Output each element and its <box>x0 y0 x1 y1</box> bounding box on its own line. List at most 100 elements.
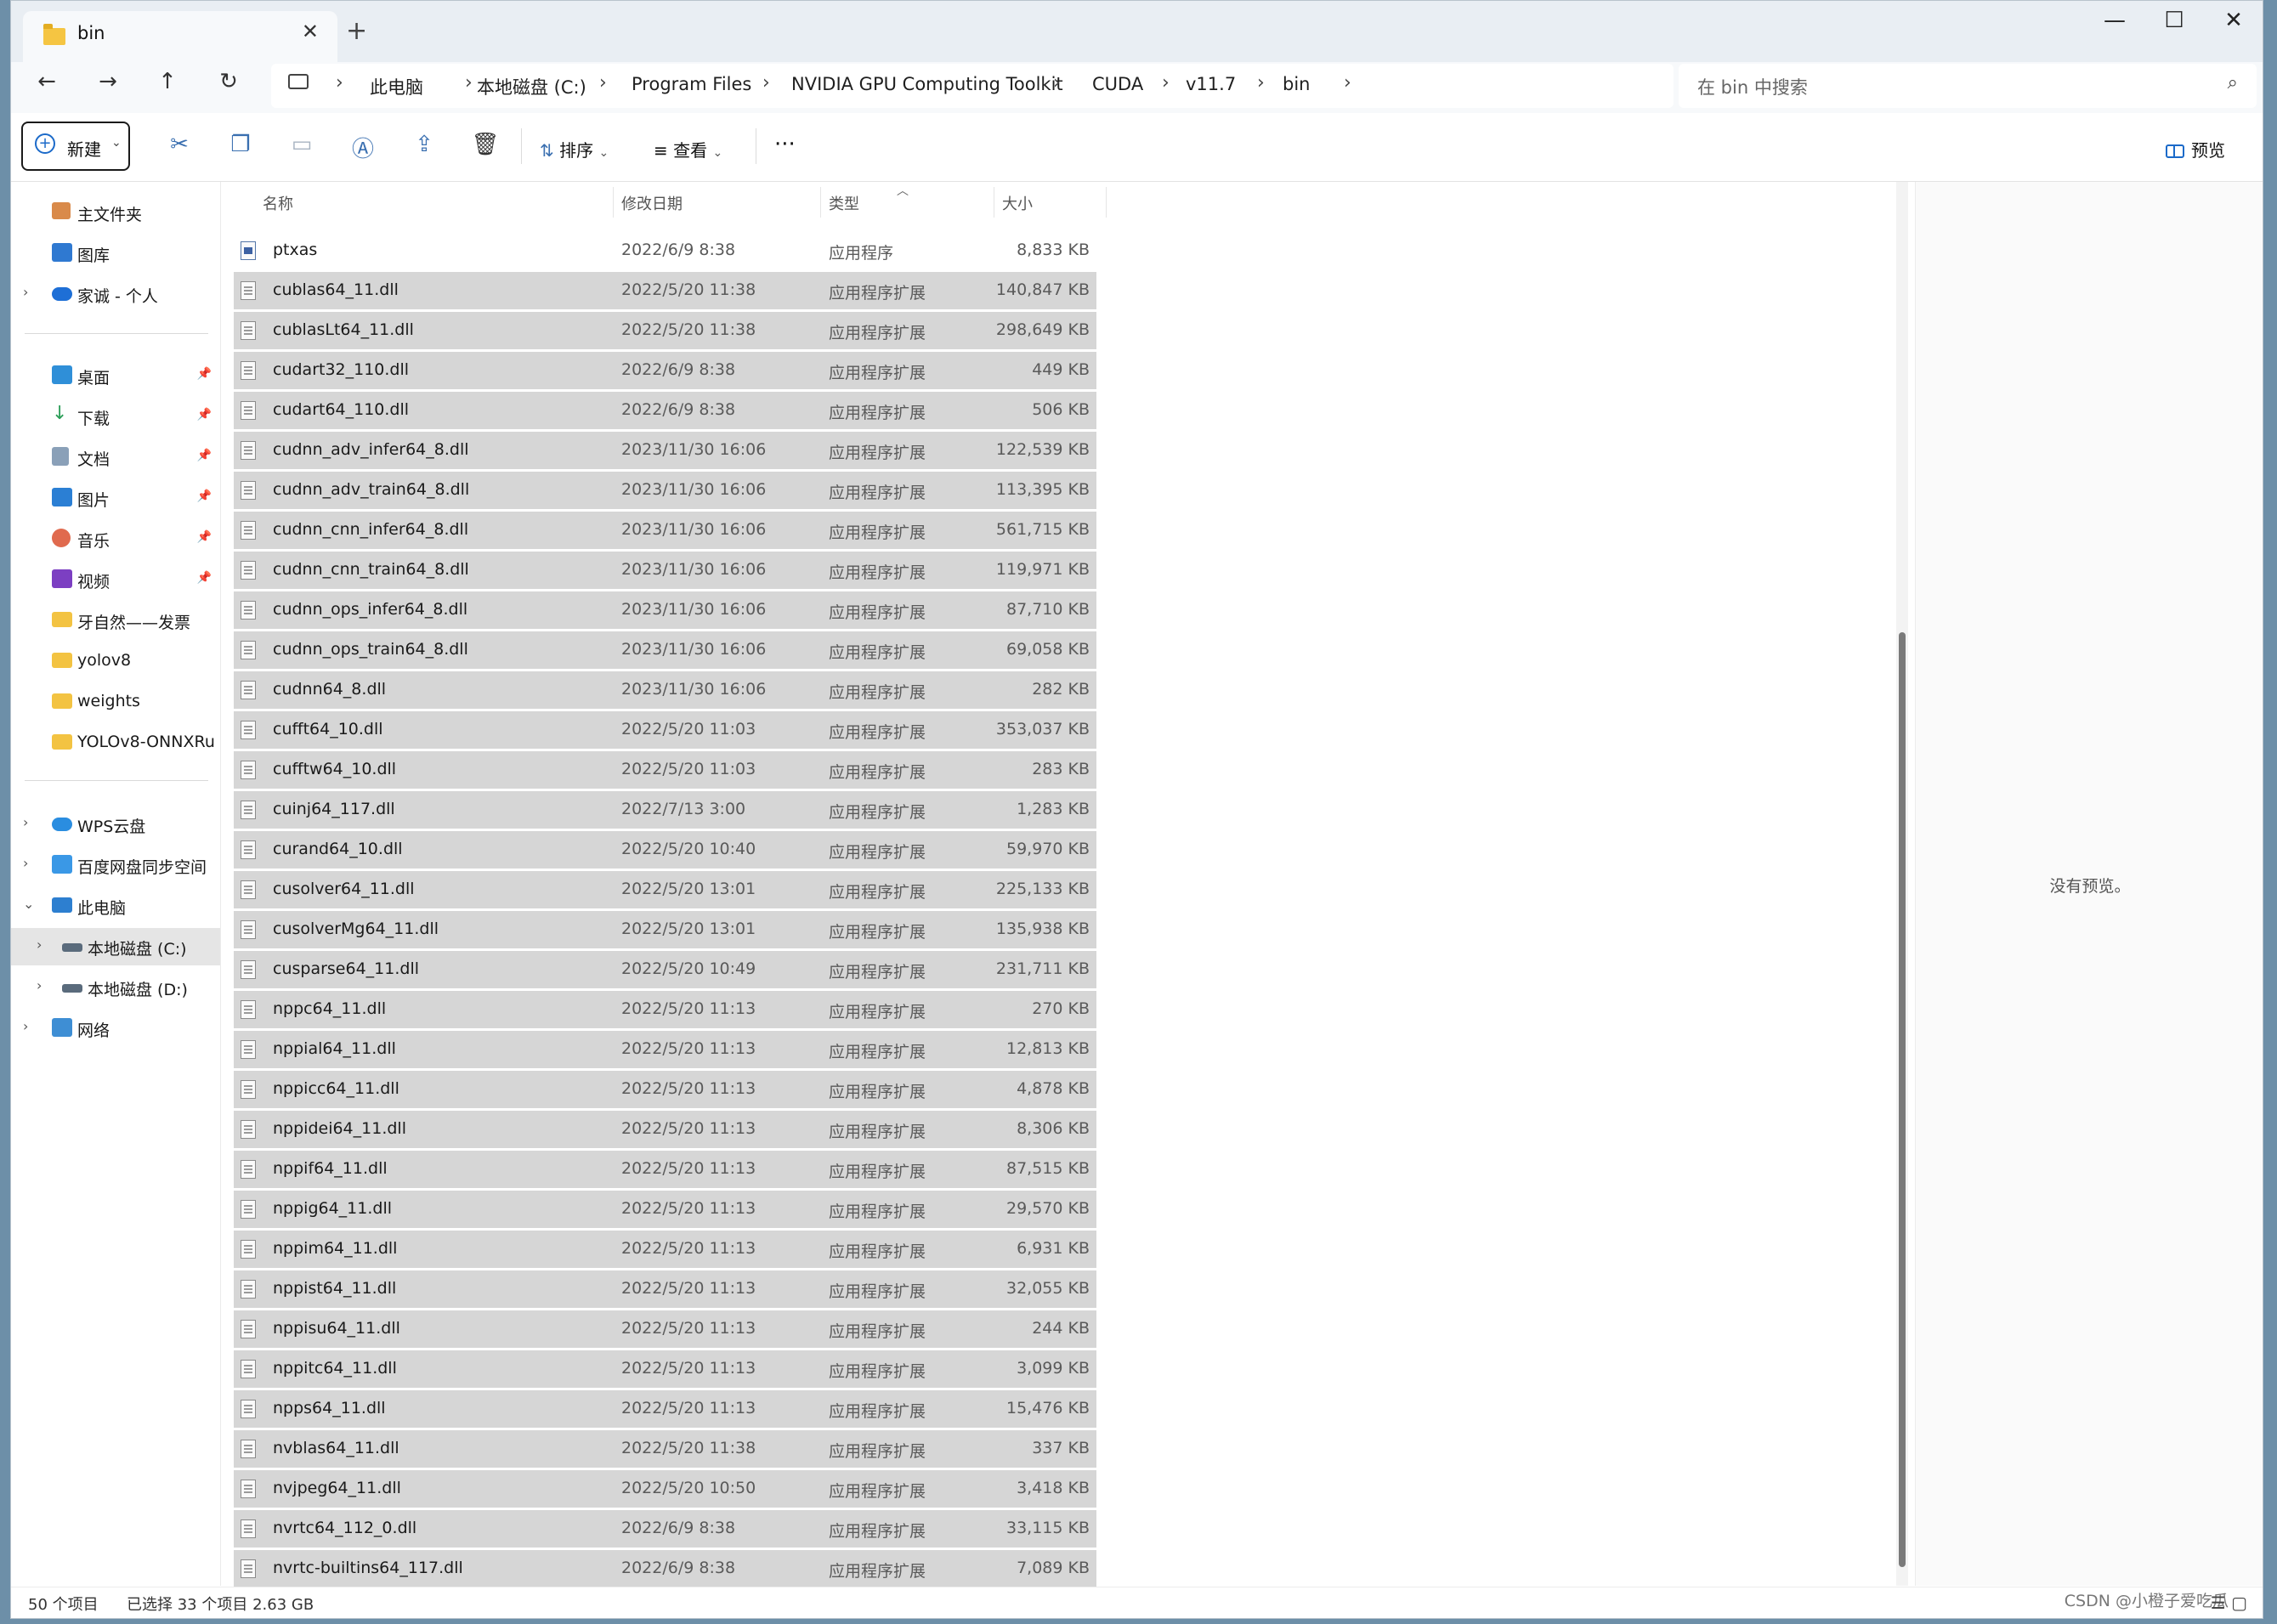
view-toggle[interactable]: ☰ ▢ <box>2211 1593 2247 1613</box>
sidebar-item-home[interactable]: 主文件夹 <box>11 194 220 231</box>
table-row[interactable]: npps64_11.dll 2022/5/20 11:13 应用程序扩展 15,476… <box>234 1390 1096 1428</box>
table-row[interactable]: nppitc64_11.dll 2022/5/20 11:13 应用程序扩展 3,09… <box>234 1350 1096 1388</box>
refresh-icon[interactable]: ↻ <box>212 69 246 94</box>
address-bar[interactable]: › 此电脑 › 本地磁盘 (C:) › Program Files › NVID… <box>271 64 1674 108</box>
table-row[interactable]: cublasLt64_11.dll 2022/5/20 11:38 应用程序扩展 29… <box>234 312 1096 349</box>
sidebar-item-desktop[interactable]: 桌面 📌 <box>11 357 220 394</box>
scrollbar-thumb[interactable] <box>1899 632 1906 1567</box>
table-row[interactable]: nvjpeg64_11.dll 2022/5/20 10:50 应用程序扩展 3,41… <box>234 1470 1096 1508</box>
sidebar-item-network[interactable]: › 网络 <box>11 1010 220 1047</box>
new-tab-icon[interactable]: + <box>346 16 367 46</box>
minimize-button[interactable]: — <box>2089 8 2140 33</box>
table-row[interactable]: cusolverMg64_11.dll 2022/5/20 13:01 应用程序扩展… <box>234 911 1096 948</box>
table-row[interactable]: curand64_10.dll 2022/5/20 10:40 应用程序扩展 59,9… <box>234 831 1096 869</box>
new-button[interactable]: + 新建 ⌄ <box>21 122 130 171</box>
table-row[interactable]: cufft64_10.dll 2022/5/20 11:03 应用程序扩展 353,0… <box>234 711 1096 749</box>
copy-icon[interactable]: ❐ <box>224 132 258 157</box>
table-row[interactable]: nppist64_11.dll 2022/5/20 11:13 应用程序扩展 32,0… <box>234 1270 1096 1308</box>
column-type[interactable]: 类型 <box>829 192 859 214</box>
table-row[interactable]: cudnn_cnn_infer64_8.dll 2023/11/30 16:06 应… <box>234 512 1096 549</box>
cut-icon[interactable]: ✂ <box>162 132 196 157</box>
breadcrumb-version[interactable]: v11.7 <box>1186 74 1236 94</box>
sidebar-item-drive-d[interactable]: › 本地磁盘 (D:) <box>11 969 220 1006</box>
sidebar-item-baidu-sync[interactable]: › 百度网盘同步空间 <box>11 846 220 884</box>
breadcrumb-drive-c[interactable]: 本地磁盘 (C:) <box>477 74 586 99</box>
chevron-right-icon[interactable]: › <box>23 814 28 830</box>
table-row[interactable]: cudnn_cnn_train64_8.dll 2023/11/30 16:06 应… <box>234 552 1096 589</box>
breadcrumb-nvidia-toolkit[interactable]: NVIDIA GPU Computing Toolkit <box>791 74 1063 94</box>
chevron-down-icon[interactable]: ⌄ <box>23 896 34 912</box>
table-row[interactable]: cusparse64_11.dll 2022/5/20 10:49 应用程序扩展 23… <box>234 951 1096 988</box>
sidebar-item-documents[interactable]: 文档 📌 <box>11 439 220 476</box>
breadcrumb-cuda[interactable]: CUDA <box>1092 74 1143 94</box>
sidebar-item-onedrive[interactable]: › 家诚 - 个人 <box>11 275 220 313</box>
pin-icon[interactable]: 📌 <box>197 449 212 462</box>
sidebar-item-drive-c[interactable]: › 本地磁盘 (C:) <box>11 928 220 965</box>
sidebar-item-wps-cloud[interactable]: › WPS云盘 <box>11 806 220 843</box>
table-row[interactable]: cudnn_adv_train64_8.dll 2023/11/30 16:06 应… <box>234 472 1096 509</box>
sidebar-item-folder-invoice[interactable]: 牙自然——发票 <box>11 602 220 639</box>
breadcrumb-program-files[interactable]: Program Files <box>632 74 751 94</box>
table-row[interactable]: cudnn_adv_infer64_8.dll 2023/11/30 16:06 应… <box>234 432 1096 469</box>
table-row[interactable]: cudnn_ops_infer64_8.dll 2023/11/30 16:06 应… <box>234 591 1096 629</box>
table-row[interactable]: nvrtc-builtins64_117.dll 2022/6/9 8:38 应用程… <box>234 1550 1096 1587</box>
column-size[interactable]: 大小 <box>1002 192 1033 214</box>
forward-icon[interactable]: → <box>91 69 125 94</box>
table-row[interactable]: nvrtc64_112_0.dll 2022/6/9 8:38 应用程序扩展 33,1… <box>234 1510 1096 1548</box>
maximize-button[interactable]: ☐ <box>2149 8 2200 33</box>
breadcrumb-bin[interactable]: bin <box>1283 74 1310 94</box>
chevron-right-icon[interactable]: › <box>37 936 42 953</box>
sidebar-item-folder-yolov8[interactable]: yolov8 <box>11 642 220 680</box>
table-row[interactable]: cuinj64_117.dll 2022/7/13 3:00 应用程序扩展 1,283… <box>234 791 1096 829</box>
vertical-scrollbar[interactable] <box>1896 182 1908 1586</box>
table-row[interactable]: nppig64_11.dll 2022/5/20 11:13 应用程序扩展 29,57… <box>234 1191 1096 1228</box>
table-row[interactable]: nppial64_11.dll 2022/5/20 11:13 应用程序扩展 12,8… <box>234 1031 1096 1068</box>
chevron-right-icon[interactable]: › <box>1344 72 1351 93</box>
column-divider[interactable] <box>820 187 821 218</box>
tab-close-icon[interactable]: ✕ <box>302 20 319 43</box>
delete-icon[interactable]: 🗑 <box>468 132 502 157</box>
breadcrumb-this-pc[interactable]: 此电脑 <box>370 74 423 99</box>
chevron-right-icon[interactable]: › <box>23 284 28 300</box>
table-row[interactable]: cudart32_110.dll 2022/6/9 8:38 应用程序扩展 449 K… <box>234 352 1096 389</box>
sidebar-item-pictures[interactable]: 图片 📌 <box>11 479 220 517</box>
pin-icon[interactable]: 📌 <box>197 571 212 585</box>
table-row[interactable]: nppisu64_11.dll 2022/5/20 11:13 应用程序扩展 244 … <box>234 1310 1096 1348</box>
sidebar-item-videos[interactable]: 视频 📌 <box>11 561 220 598</box>
table-row[interactable]: nppim64_11.dll 2022/5/20 11:13 应用程序扩展 6,931… <box>234 1231 1096 1268</box>
table-row[interactable]: cublas64_11.dll 2022/5/20 11:38 应用程序扩展 140,… <box>234 272 1096 309</box>
table-row[interactable]: cudnn64_8.dll 2023/11/30 16:06 应用程序扩展 282 K… <box>234 671 1096 709</box>
column-name[interactable]: 名称 <box>263 192 293 214</box>
chevron-right-icon[interactable]: › <box>23 855 28 871</box>
table-row[interactable]: cudart64_110.dll 2022/6/9 8:38 应用程序扩展 506 K… <box>234 392 1096 429</box>
preview-button[interactable]: 预览 <box>2166 137 2225 161</box>
sidebar-item-gallery[interactable]: 图库 <box>11 235 220 272</box>
share-icon[interactable]: ⇪ <box>407 132 441 157</box>
pin-icon[interactable]: 📌 <box>197 408 212 422</box>
sidebar-item-folder-weights[interactable]: weights <box>11 683 220 721</box>
sort-button[interactable]: ⇅ 排序 ⌄ <box>540 137 609 161</box>
sidebar-item-downloads[interactable]: ↓ 下载 📌 <box>11 398 220 435</box>
paste-icon[interactable]: ▭ <box>285 132 319 157</box>
pin-icon[interactable]: 📌 <box>197 367 212 381</box>
table-row[interactable]: nppicc64_11.dll 2022/5/20 11:13 应用程序扩展 4,87… <box>234 1071 1096 1108</box>
rename-icon[interactable]: Ⓐ <box>346 132 380 163</box>
back-icon[interactable]: ← <box>30 69 64 94</box>
sidebar-item-this-pc[interactable]: ⌄ 此电脑 <box>11 887 220 925</box>
table-row[interactable]: ptxas 2022/6/9 8:38 应用程序 8,833 KB <box>234 232 1096 269</box>
close-button[interactable]: ✕ <box>2208 8 2259 33</box>
chevron-right-icon[interactable]: › <box>37 977 42 993</box>
column-divider[interactable] <box>1106 187 1107 218</box>
pin-icon[interactable]: 📌 <box>197 489 212 503</box>
table-row[interactable]: cufftw64_10.dll 2022/5/20 11:03 应用程序扩展 283 … <box>234 751 1096 789</box>
search-icon[interactable]: ⌕ <box>2228 72 2238 93</box>
table-row[interactable]: cusolver64_11.dll 2022/5/20 13:01 应用程序扩展 22… <box>234 871 1096 908</box>
pin-icon[interactable]: 📌 <box>197 530 212 544</box>
sidebar-item-folder-onnx[interactable]: YOLOv8-ONNXRu <box>11 724 220 761</box>
chevron-right-icon[interactable]: › <box>23 1018 28 1034</box>
details-view-icon[interactable]: ☰ <box>2211 1593 2226 1613</box>
tab-bin[interactable]: bin ✕ <box>23 11 337 62</box>
column-date[interactable]: 修改日期 <box>621 192 683 214</box>
table-row[interactable]: nvblas64_11.dll 2022/5/20 11:38 应用程序扩展 337 … <box>234 1430 1096 1468</box>
up-icon[interactable]: ↑ <box>150 69 184 94</box>
